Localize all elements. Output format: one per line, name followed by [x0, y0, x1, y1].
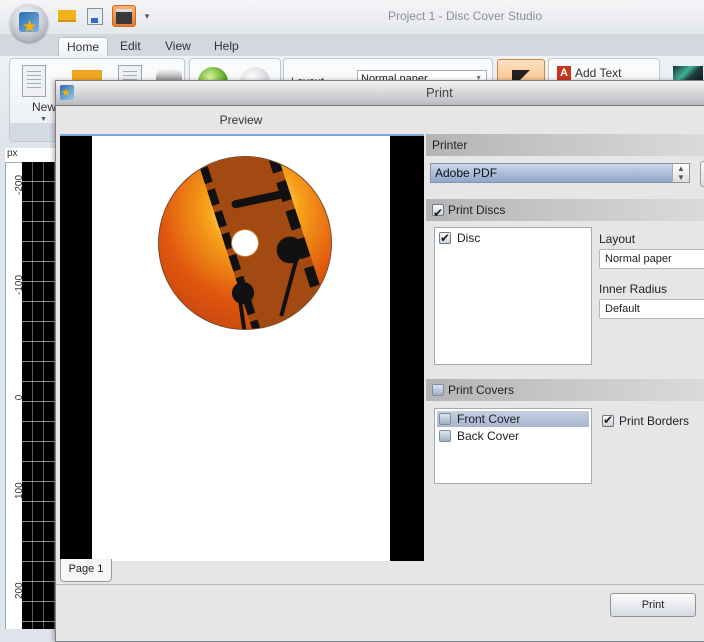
- new-document-icon: [22, 65, 46, 97]
- printer-header-label: Printer: [432, 138, 468, 152]
- printer-icon: [116, 8, 132, 24]
- front-cover-label: Front Cover: [457, 412, 521, 426]
- disc-list[interactable]: Disc: [434, 227, 592, 365]
- preview-header: Preview: [219, 113, 263, 127]
- spinner-arrows-icon[interactable]: ▲ ▼: [672, 164, 689, 182]
- disc-artwork: [158, 156, 332, 330]
- printer-section-header: Printer: [426, 134, 704, 156]
- back-cover-checkbox[interactable]: [439, 430, 451, 442]
- qat-save-button[interactable]: [84, 6, 106, 26]
- open-folder-icon: [58, 10, 76, 22]
- print-button[interactable]: Print: [610, 593, 696, 617]
- palm-tree-graphic: [267, 227, 313, 273]
- disc-label: Disc: [457, 231, 481, 245]
- list-item-back-cover[interactable]: Back Cover: [437, 428, 589, 444]
- back-cover-label: Back Cover: [457, 429, 520, 443]
- qat-print-button[interactable]: [112, 5, 136, 27]
- print-covers-checkbox[interactable]: [432, 384, 444, 396]
- palm-tree-graphic: [223, 275, 263, 311]
- tab-view[interactable]: View: [157, 37, 199, 56]
- print-discs-checkbox[interactable]: [432, 202, 444, 224]
- list-item-disc[interactable]: Disc: [437, 230, 589, 246]
- print-dialog: Print Preview Page 1 Printer Adobe PDF ▲…: [55, 80, 704, 642]
- list-item-front-cover[interactable]: Front Cover: [437, 411, 589, 427]
- preview-page: [92, 136, 390, 561]
- print-discs-label: Print Discs: [448, 203, 506, 217]
- new-dropdown-icon[interactable]: ▼: [40, 116, 47, 123]
- print-borders-option[interactable]: Print Borders: [602, 413, 690, 428]
- layout-select[interactable]: Normal paper: [599, 249, 704, 269]
- print-borders-label: Print Borders: [619, 414, 690, 428]
- ribbon-tabs: Home Edit View Help: [0, 34, 704, 57]
- app-logo-icon: [60, 85, 74, 100]
- disc-center-hole: [231, 229, 259, 257]
- customize-qat-icon[interactable]: ▾: [142, 11, 152, 22]
- design-canvas[interactable]: [22, 162, 55, 629]
- application-menu-button[interactable]: ★: [10, 4, 48, 42]
- inner-radius-label: Inner Radius: [599, 282, 668, 296]
- text-icon: A: [557, 66, 571, 80]
- star-icon: ★: [22, 17, 38, 36]
- quick-access-toolbar: ▾: [56, 5, 152, 27]
- print-borders-checkbox[interactable]: [602, 413, 614, 427]
- tab-help[interactable]: Help: [206, 37, 247, 56]
- print-covers-section-header: Print Covers: [426, 379, 704, 401]
- ruler-unit: px: [7, 148, 18, 159]
- tab-page-1[interactable]: Page 1: [60, 559, 112, 582]
- save-icon: [87, 7, 103, 25]
- app-title: Project 1 - Disc Cover Studio: [387, 9, 543, 23]
- dialog-titlebar[interactable]: Print: [56, 81, 704, 106]
- printer-properties-button[interactable]: [700, 161, 704, 187]
- new-button[interactable]: New: [32, 100, 56, 114]
- tab-home[interactable]: Home: [58, 37, 109, 57]
- print-discs-section-header: Print Discs: [426, 199, 704, 224]
- disc-checkbox[interactable]: [439, 230, 451, 246]
- app-titlebar: ▾ Project 1 - Disc Cover Studio: [0, 0, 704, 35]
- add-text-button[interactable]: A Add Text: [557, 66, 621, 80]
- qat-open-button[interactable]: [56, 6, 78, 26]
- cover-list[interactable]: Front Cover Back Cover: [434, 408, 592, 484]
- dialog-title: Print: [426, 85, 453, 100]
- print-covers-label: Print Covers: [448, 383, 515, 397]
- inner-radius-select[interactable]: Default: [599, 299, 704, 319]
- printer-value: Adobe PDF: [435, 166, 498, 180]
- layout-label: Layout: [599, 232, 636, 246]
- tab-edit[interactable]: Edit: [112, 37, 149, 56]
- add-text-label: Add Text: [575, 66, 622, 80]
- printer-select[interactable]: Adobe PDF ▲ ▼: [430, 163, 690, 183]
- front-cover-checkbox[interactable]: [439, 413, 451, 425]
- divider: [56, 584, 704, 585]
- print-preview: [60, 134, 424, 561]
